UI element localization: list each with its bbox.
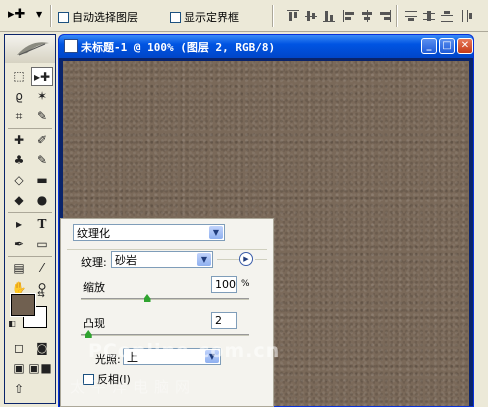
relief-slider-thumb[interactable] (84, 330, 92, 338)
chevron-down-icon[interactable]: ▼ (209, 226, 223, 239)
tools-panel: ⬚ ▸✚ ϱ ✶ ⌗ ✎ ✚ ✐ ♣ ✎ ◇ ▬ ◆ ● ▸ T ✒ ▭ ▤ ⁄… (4, 34, 56, 404)
clone-stamp-tool-icon[interactable]: ♣ (8, 151, 30, 170)
distribute-bottom-edges-icon[interactable] (440, 9, 454, 23)
relief-slider[interactable] (81, 330, 249, 338)
lasso-tool-icon[interactable]: ϱ (8, 87, 30, 106)
toolbox-header (5, 35, 55, 63)
auto-select-layer-label: 自动选择图层 (72, 11, 138, 24)
jump-to-imageready-icon[interactable]: ⇧ (8, 380, 30, 399)
foreground-color-swatch[interactable] (10, 293, 36, 317)
maximize-button[interactable]: □ (439, 38, 455, 54)
notes-tool-icon[interactable]: ▤ (8, 259, 30, 278)
show-bounding-box-checkbox[interactable]: 显示定界框 (170, 10, 239, 24)
align-left-edges-icon[interactable] (342, 9, 356, 23)
eyedropper-tool-icon[interactable]: ⁄ (31, 259, 53, 278)
type-tool-icon[interactable]: T (31, 215, 53, 234)
group-divider (67, 249, 267, 250)
document-titlebar[interactable]: 未标题-1 @ 100% (图层 2, RGB/8) _ □ ✕ (59, 35, 473, 58)
align-vertical-centers-icon[interactable] (304, 9, 318, 23)
standard-mode-icon[interactable]: ◻ (8, 339, 30, 358)
brush-tool-icon[interactable]: ✐ (31, 131, 53, 150)
align-right-edges-icon[interactable] (378, 9, 392, 23)
dodge-tool-icon[interactable]: ● (31, 191, 53, 210)
document-title: 未标题-1 @ 100% (图层 2, RGB/8) (81, 41, 276, 54)
blur-tool-icon[interactable]: ◆ (8, 191, 30, 210)
group-divider (255, 259, 267, 260)
chevron-down-icon[interactable]: ▼ (197, 253, 211, 266)
align-bottom-edges-icon[interactable] (322, 9, 336, 23)
minimize-button[interactable]: _ (421, 38, 437, 54)
pen-tool-icon[interactable]: ✒ (8, 235, 30, 254)
align-top-edges-icon[interactable] (286, 9, 300, 23)
feather-logo-icon (17, 42, 49, 56)
watermark-text: PConline.com.cn (88, 340, 281, 362)
toolbox-divider (8, 128, 52, 129)
watermark-text-secondary: 太平洋电脑网 (70, 378, 197, 396)
shape-tool-icon[interactable]: ▭ (31, 235, 53, 254)
filter-select-value: 纹理化 (77, 226, 110, 240)
scaling-slider-thumb[interactable] (143, 294, 151, 302)
scaling-slider[interactable] (81, 294, 249, 302)
align-buttons-group (286, 5, 488, 27)
relief-input[interactable]: 2 (211, 312, 237, 329)
texture-label: 纹理: (81, 256, 107, 269)
move-tool-icon[interactable]: ▸✚ (31, 67, 53, 86)
distribute-vertical-centers-icon[interactable] (422, 9, 436, 23)
close-button[interactable]: ✕ (457, 38, 473, 54)
move-tool-icon: ▸✚ (8, 7, 26, 22)
chevron-down-icon: ▼ (36, 10, 43, 19)
crop-tool-icon[interactable]: ⌗ (8, 107, 30, 126)
scaling-unit: % (241, 279, 250, 289)
full-screen-mode-icon[interactable]: ■ (38, 359, 54, 378)
marquee-tool-icon[interactable]: ⬚ (8, 67, 30, 86)
align-horizontal-centers-icon[interactable] (360, 9, 374, 23)
healing-brush-tool-icon[interactable]: ✚ (8, 131, 30, 150)
filter-select[interactable]: 纹理化 ▼ (73, 224, 225, 241)
scaling-label: 缩放 (83, 281, 105, 294)
distribute-left-edges-icon[interactable] (460, 9, 474, 23)
texture-select[interactable]: 砂岩 ▼ (111, 251, 213, 268)
slice-tool-icon[interactable]: ✎ (31, 107, 53, 126)
toolbar-divider (396, 5, 398, 27)
toolbar-divider (50, 5, 52, 27)
checkbox-box[interactable] (58, 11, 69, 23)
gradient-tool-icon[interactable]: ▬ (31, 171, 53, 190)
default-colors-icon[interactable]: ◧ (7, 319, 17, 329)
toolbox-divider (8, 212, 52, 213)
distribute-top-edges-icon[interactable] (404, 9, 418, 23)
swap-colors-icon[interactable]: ⇆ (33, 289, 49, 301)
checkbox-box[interactable] (170, 11, 181, 23)
relief-label: 凸现 (83, 317, 105, 330)
eraser-tool-icon[interactable]: ◇ (8, 171, 30, 190)
load-texture-menu-icon[interactable]: ▶ (239, 252, 253, 266)
toolbox-divider (8, 256, 52, 257)
toolbar-divider (272, 5, 274, 27)
options-bar: ▸✚ ▼ 自动选择图层 显示定界框 (0, 0, 488, 32)
history-brush-tool-icon[interactable]: ✎ (31, 151, 53, 170)
quick-mask-mode-icon[interactable]: ◙ (31, 339, 53, 358)
texture-select-value: 砂岩 (115, 253, 137, 267)
auto-select-layer-checkbox[interactable]: 自动选择图层 (58, 10, 138, 24)
show-bounding-box-label: 显示定界框 (184, 11, 239, 24)
move-tool-preset-picker[interactable]: ▸✚ ▼ (6, 8, 46, 24)
scaling-input[interactable]: 100 (211, 276, 237, 293)
group-divider (217, 259, 239, 260)
magic-wand-tool-icon[interactable]: ✶ (31, 87, 53, 106)
path-selection-tool-icon[interactable]: ▸ (8, 215, 30, 234)
photoshop-document-icon (64, 39, 78, 53)
